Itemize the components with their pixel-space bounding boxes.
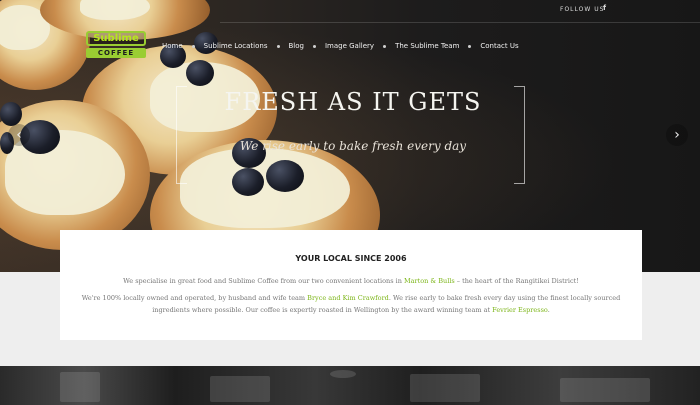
follow-us-label: FOLLOW US xyxy=(560,6,605,13)
muffin-icing xyxy=(180,148,350,228)
blueberry xyxy=(0,102,22,126)
owners-link[interactable]: Bryce and Kim Crawford xyxy=(307,294,389,302)
intro-paragraph-1: We specialise in great food and Sublime … xyxy=(78,275,624,287)
kitchen-image-strip xyxy=(0,366,700,405)
intro-paragraph-2: We're 100% locally owned and operated, b… xyxy=(78,292,624,316)
slider-next-icon[interactable]: › xyxy=(666,124,688,146)
intro-title: YOUR LOCAL SINCE 2006 xyxy=(295,254,407,263)
equipment-shape xyxy=(410,374,480,402)
nav-separator xyxy=(383,44,387,48)
facebook-icon[interactable]: f xyxy=(603,4,606,12)
blueberry xyxy=(186,60,214,86)
nav-item-home[interactable]: Home xyxy=(162,42,183,50)
nav-separator xyxy=(191,44,195,48)
nav-separator xyxy=(276,44,280,48)
logo-wordmark: Sublime xyxy=(86,31,146,46)
main-nav: Home Sublime Locations Blog Image Galler… xyxy=(162,40,519,52)
nav-item-image-gallery[interactable]: Image Gallery xyxy=(325,42,374,50)
nav-separator xyxy=(312,44,316,48)
nav-item-sublime-locations[interactable]: Sublime Locations xyxy=(204,42,268,50)
slider-prev-icon[interactable]: ‹ xyxy=(8,124,30,146)
intro-text: . xyxy=(547,306,550,314)
logo-subtitle: COFFEE xyxy=(86,48,146,58)
hero-headline: FRESH AS IT GETS xyxy=(224,88,482,116)
equipment-shape xyxy=(210,376,270,402)
equipment-shape xyxy=(60,372,100,402)
intro-text: We specialise in great food and Sublime … xyxy=(123,277,404,285)
intro-text: We're 100% locally owned and operated, b… xyxy=(81,294,308,302)
equipment-shape xyxy=(560,378,650,402)
nav-item-sublime-team[interactable]: The Sublime Team xyxy=(395,42,459,50)
nav-item-contact-us[interactable]: Contact Us xyxy=(480,42,518,50)
nav-separator xyxy=(468,44,472,48)
locations-link[interactable]: Marton & Bulls xyxy=(404,277,455,285)
roaster-link[interactable]: Fevrier Espresso xyxy=(492,306,548,314)
headline-frame-left xyxy=(176,86,187,184)
intro-text: – the heart of the Rangitikei District! xyxy=(454,277,579,285)
intro-panel: YOUR LOCAL SINCE 2006 We specialise in g… xyxy=(60,230,642,340)
nav-item-blog[interactable]: Blog xyxy=(289,42,304,50)
equipment-shape xyxy=(330,370,356,378)
logo[interactable]: Sublime COFFEE xyxy=(86,31,146,59)
hero-tagline: We rise early to bake fresh every day xyxy=(239,139,467,153)
blueberry xyxy=(232,168,264,196)
blueberry xyxy=(266,160,304,192)
header-divider xyxy=(220,22,700,23)
